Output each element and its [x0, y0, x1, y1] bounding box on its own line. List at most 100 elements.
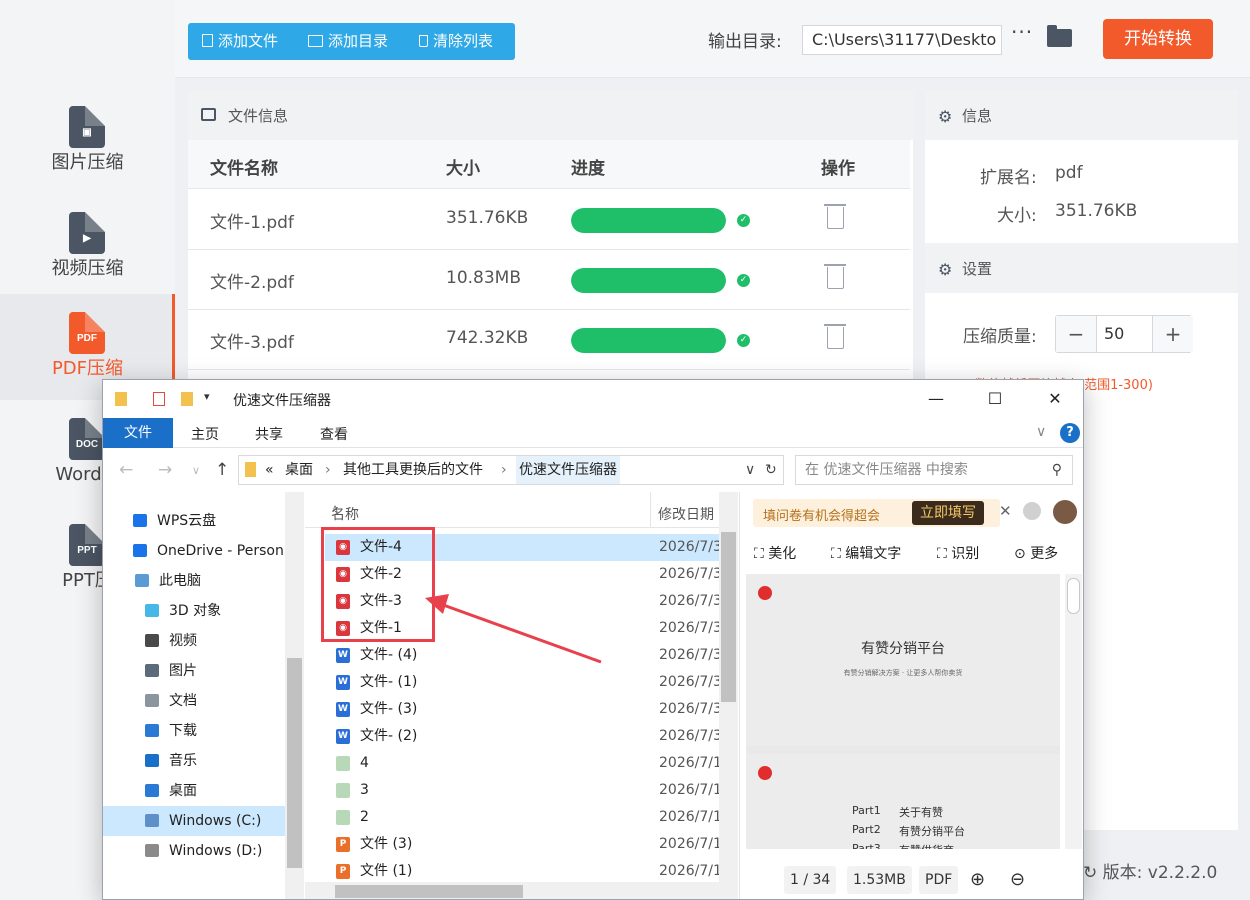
breadcrumb-desktop[interactable]: 桌面: [285, 456, 313, 484]
ad-banner[interactable]: 填问卷有机会得超会 立即填写: [753, 499, 1000, 527]
file-list-item[interactable]: 2 2026/7/1: [325, 804, 722, 831]
toolbar-button-group: 添加文件 添加目录 清除列表: [188, 23, 515, 60]
ad-fill-button[interactable]: 立即填写: [912, 501, 984, 525]
ribbon-expand-icon[interactable]: ∨: [1036, 424, 1046, 440]
close-button[interactable]: ✕: [1035, 386, 1075, 412]
output-directory-label: 输出目录:: [708, 32, 782, 52]
more-button[interactable]: ⊙ 更多: [1014, 543, 1058, 563]
help-icon[interactable]: ?: [1060, 423, 1080, 443]
add-file-button[interactable]: 添加文件: [202, 23, 278, 60]
outline-text: 有赞分销平台: [899, 825, 965, 838]
nav-item[interactable]: OneDrive - Person: [103, 536, 285, 566]
address-bar[interactable]: « 桌面 › 其他工具更换后的文件 › 优速文件压缩器 ∨ ↻: [238, 455, 784, 485]
quality-decrease-button[interactable]: −: [1056, 316, 1096, 352]
address-dropdown-icon[interactable]: ∨: [745, 456, 755, 484]
quality-input[interactable]: 50: [1096, 316, 1153, 352]
file-row[interactable]: 文件-3.pdf 742.32KB ✓: [188, 310, 910, 370]
start-convert-button[interactable]: 开始转换: [1103, 19, 1213, 59]
new-folder-icon[interactable]: [181, 392, 193, 406]
scroll-thumb[interactable]: [1067, 578, 1080, 614]
file-size: 742.32KB: [446, 328, 529, 348]
nav-item[interactable]: 下载: [103, 716, 285, 746]
breadcrumb-current[interactable]: 优速文件压缩器: [516, 456, 620, 484]
file-row[interactable]: 文件-2.pdf 10.83MB ✓: [188, 250, 910, 310]
preview-scrollbar[interactable]: [1065, 574, 1082, 849]
back-arrow-icon[interactable]: ←: [119, 460, 133, 480]
ribbon-tab-file[interactable]: 文件: [103, 418, 173, 448]
forward-arrow-icon[interactable]: →: [158, 460, 172, 480]
nav-item[interactable]: 3D 对象: [103, 596, 285, 626]
dropdown-icon[interactable]: ▾: [204, 390, 214, 404]
navigation-scrollbar[interactable]: [285, 492, 304, 899]
delete-icon[interactable]: [824, 324, 846, 349]
breadcrumb-other-tools[interactable]: 其他工具更换后的文件: [343, 456, 483, 484]
minimize-button[interactable]: —: [916, 386, 956, 412]
nav-item[interactable]: Windows (C:): [103, 806, 285, 836]
recognize-button[interactable]: ⛶ 识别: [937, 543, 979, 563]
nav-label: 3D 对象: [169, 603, 222, 619]
breadcrumb-separator[interactable]: ›: [501, 456, 507, 484]
file-list-item[interactable]: P 文件 (1) 2026/7/1: [325, 858, 722, 885]
breadcrumb-separator[interactable]: ›: [325, 456, 331, 484]
column-header-name[interactable]: 名称: [331, 504, 359, 524]
nav-item[interactable]: 桌面: [103, 776, 285, 806]
file-list-item[interactable]: P 文件 (3) 2026/7/1: [325, 831, 722, 858]
nav-item[interactable]: Windows (D:): [103, 836, 285, 866]
delete-icon[interactable]: [824, 264, 846, 289]
nav-item[interactable]: 视频: [103, 626, 285, 656]
nav-item[interactable]: 图片: [103, 656, 285, 686]
pdf-preview-canvas[interactable]: 有赞分销平台 有赞分销解决方案 · 让更多人帮你卖货 Part1 关于有赞 Part…: [746, 574, 1060, 849]
address-overflow[interactable]: «: [265, 456, 274, 484]
progress-bar: [571, 328, 726, 353]
sidebar-item-video-compress[interactable]: ▶ 视频压缩: [0, 194, 175, 300]
nav-item[interactable]: 此电脑: [103, 566, 285, 596]
file-list-item[interactable]: W 文件- (1) 2026/7/3: [325, 669, 722, 696]
avatar[interactable]: [1053, 500, 1077, 524]
file-list-vscrollbar[interactable]: [719, 492, 738, 884]
maximize-button[interactable]: ☐: [975, 386, 1015, 412]
ribbon-tab-view[interactable]: 查看: [320, 424, 348, 444]
nav-label: 视频: [169, 633, 197, 649]
sidebar-item-image-compress[interactable]: ▣ 图片压缩: [0, 88, 175, 194]
file-list-hscrollbar[interactable]: [305, 882, 738, 899]
output-directory-input[interactable]: C:\Users\31177\Deskto: [802, 25, 1002, 55]
nav-icon: [135, 574, 149, 587]
file-date: 2026/7/3: [659, 566, 722, 582]
image-icon: [201, 108, 216, 121]
refresh-icon[interactable]: ↻: [765, 456, 777, 484]
shield-icon[interactable]: [1023, 502, 1041, 520]
folder-icon: [245, 462, 256, 477]
add-directory-button[interactable]: 添加目录: [308, 23, 388, 60]
ad-close-icon[interactable]: ✕: [999, 502, 1012, 520]
ribbon-tab-share[interactable]: 共享: [255, 424, 283, 444]
zoom-in-icon[interactable]: ⊕: [970, 866, 985, 894]
nav-item[interactable]: WPS云盘: [103, 506, 285, 536]
zoom-out-icon[interactable]: ⊖: [1010, 866, 1025, 894]
clear-list-button[interactable]: 清除列表: [419, 23, 493, 60]
open-folder-icon[interactable]: [1047, 25, 1072, 47]
nav-item[interactable]: 音乐: [103, 746, 285, 776]
properties-icon[interactable]: [153, 392, 165, 406]
delete-icon[interactable]: [824, 204, 846, 229]
file-list-item[interactable]: 3 2026/7/1: [325, 777, 722, 804]
up-arrow-icon[interactable]: ↑: [215, 460, 229, 480]
file-list-item[interactable]: W 文件- (2) 2026/7/3: [325, 723, 722, 750]
scroll-thumb[interactable]: [335, 885, 523, 898]
file-list-item[interactable]: 4 2026/7/1: [325, 750, 722, 777]
file-list-item[interactable]: W 文件- (3) 2026/7/3: [325, 696, 722, 723]
scroll-thumb[interactable]: [721, 532, 736, 702]
more-options-button[interactable]: ···: [1011, 20, 1033, 44]
quality-increase-button[interactable]: +: [1153, 316, 1193, 352]
ribbon-tab-home[interactable]: 主页: [191, 424, 219, 444]
recent-dropdown-icon[interactable]: ∨: [192, 464, 200, 477]
file-row[interactable]: 文件-1.pdf 351.76KB ✓: [188, 190, 910, 250]
nav-label: 此电脑: [159, 573, 201, 589]
beautify-button[interactable]: ⛶ 美化: [754, 543, 796, 563]
scroll-thumb[interactable]: [287, 658, 302, 868]
info-title: 信息: [962, 107, 993, 125]
column-divider[interactable]: [650, 492, 651, 528]
edit-text-button[interactable]: ⛶ 编辑文字: [831, 543, 901, 563]
nav-item[interactable]: 文档: [103, 686, 285, 716]
search-input[interactable]: 在 优速文件压缩器 中搜索 ⚲: [795, 455, 1073, 485]
column-header-date[interactable]: 修改日期: [658, 504, 714, 524]
